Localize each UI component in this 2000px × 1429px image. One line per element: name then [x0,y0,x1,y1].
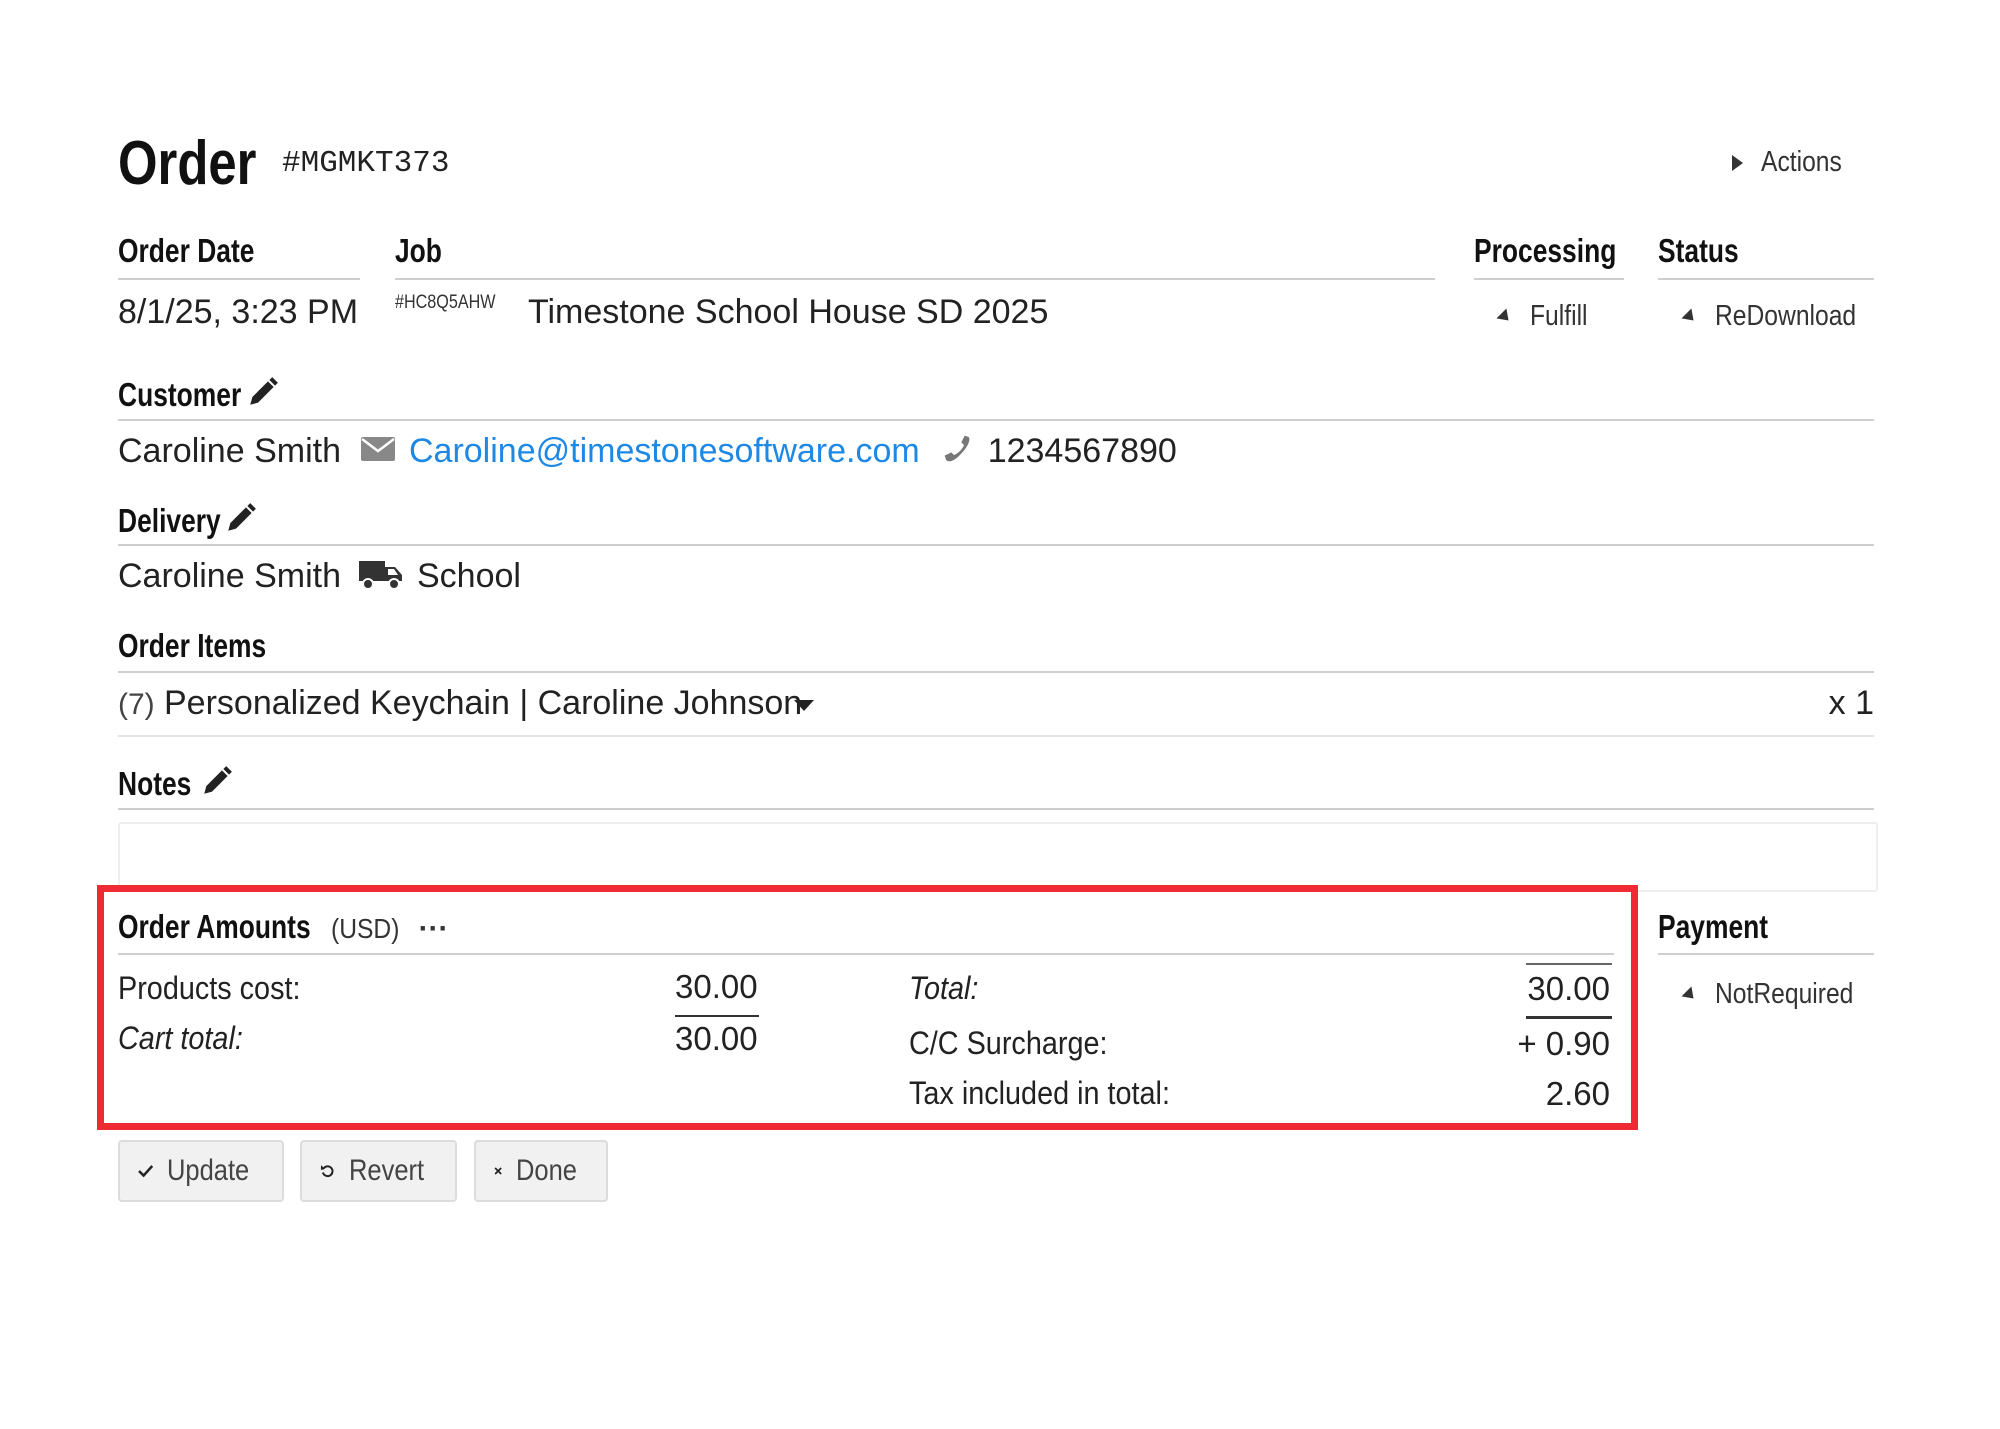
caret-down-icon [1681,986,1699,1003]
delivery-rule [118,544,1874,546]
delivery-method: School [416,557,521,595]
done-button[interactable]: Done [474,1140,608,1202]
order-item-qty: x 1 [1828,684,1874,722]
customer-header: Customer [118,375,280,414]
job-rule [395,278,1435,280]
truck-icon [358,557,403,596]
notes-header: Notes [118,764,234,803]
done-label: Done [516,1154,578,1187]
notes-label: Notes [118,764,192,802]
job-header: Job [395,232,442,269]
order-items-header: Order Items [118,627,267,664]
edit-notes-icon[interactable] [200,764,234,803]
order-item-name: Personalized Keychain | Caroline Johnson [164,684,803,722]
delivery-row: Caroline Smith School [118,557,521,596]
order-code: #MGMKT373 [282,146,450,181]
revert-label: Revert [348,1154,424,1187]
highlight-box [97,885,1638,1130]
order-items-rule [118,671,1874,673]
payment-dropdown[interactable]: NotRequired [1681,978,1878,1011]
edit-delivery-icon[interactable] [224,501,258,540]
customer-phone: 1234567890 [987,432,1177,470]
processing-header: Processing [1474,232,1617,269]
order-item-id: (7) [118,688,155,721]
close-icon [494,1167,502,1175]
status-dropdown[interactable]: ReDownload [1681,300,1881,333]
page-title: Order [118,129,257,198]
order-date-rule [118,278,360,280]
job-code: #HC8Q5AHW [395,292,496,313]
customer-row: Caroline Smith Caroline@timestonesoftwar… [118,432,1177,471]
revert-button[interactable]: Revert [300,1140,457,1202]
notes-field[interactable] [118,822,1878,892]
customer-name: Caroline Smith [118,432,341,470]
checkmark-icon [138,1165,154,1178]
undo-icon [320,1165,334,1178]
status-header: Status [1658,232,1739,269]
caret-down-icon [1496,308,1514,325]
processing-value: Fulfill [1530,300,1588,332]
envelope-icon [360,437,395,466]
customer-label: Customer [118,375,242,413]
caret-right-icon [1732,154,1743,171]
payment-rule [1658,953,1874,955]
customer-rule [118,419,1874,421]
order-date: 8/1/25, 3:23 PM [118,293,359,331]
actions-toggle[interactable]: Actions [1732,146,1856,179]
caret-down-icon [1681,308,1699,325]
actions-label: Actions [1761,146,1842,178]
phone-icon [942,433,974,470]
delivery-name: Caroline Smith [118,557,341,595]
update-button[interactable]: Update [118,1140,284,1202]
customer-email-link[interactable]: Caroline@timestonesoftware.com [409,432,920,471]
edit-customer-icon[interactable] [246,375,280,414]
update-label: Update [167,1154,250,1187]
processing-rule [1474,278,1624,280]
order-item-divider [118,735,1874,737]
status-rule [1658,278,1874,280]
caret-down-icon[interactable] [794,700,814,711]
payment-value: NotRequired [1715,978,1854,1010]
status-value: ReDownload [1715,300,1857,332]
order-date-header: Order Date [118,232,255,269]
payment-header: Payment [1658,908,1769,945]
processing-dropdown[interactable]: Fulfill [1496,300,1598,333]
delivery-label: Delivery [118,501,221,539]
notes-rule [118,808,1874,810]
job-name[interactable]: Timestone School House SD 2025 [528,293,1048,332]
delivery-header: Delivery [118,501,258,540]
order-item-row[interactable]: (7) Personalized Keychain | Caroline Joh… [118,684,1874,736]
